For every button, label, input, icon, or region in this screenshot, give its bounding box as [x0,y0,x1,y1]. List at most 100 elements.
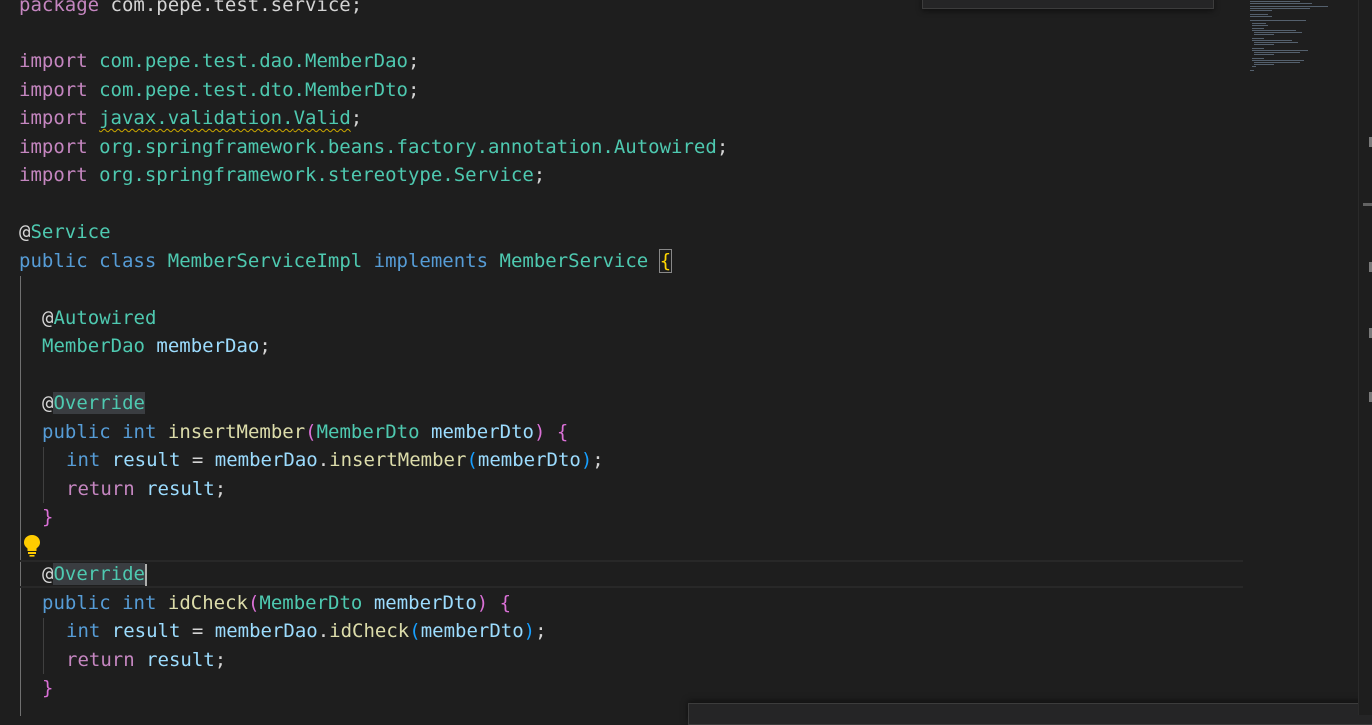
code-line-import[interactable]: import com.pepe.test.dao.MemberDao; [19,47,419,75]
code-line-package[interactable]: package com.pepe.test.service; [19,0,362,19]
object: memberDao [214,620,318,642]
paren: ) [533,421,546,443]
minimap-line [1250,1,1300,2]
code-line-statement[interactable]: int result = memberDao.insertMember(memb… [66,446,604,474]
keyword: return [66,478,135,500]
import-name: MemberDto [305,79,408,101]
paren: ) [580,449,593,471]
overview-ruler-mark [1363,203,1372,206]
code-line-method-signature[interactable]: public int insertMember(MemberDto member… [42,418,568,446]
paren: ( [305,421,317,443]
indent-guide [43,447,44,503]
annotation-name: Autowired [53,307,157,329]
minimap-line [1250,3,1312,4]
minimap-line [1250,8,1310,9]
annotation-at: @ [42,307,54,329]
indent-guide [20,276,21,716]
minimap-line [1250,70,1254,71]
paren: ( [466,449,478,471]
code-line-import[interactable]: import javax.validation.Valid; [19,104,362,132]
keyword: class [99,250,157,272]
keyword: import [19,136,88,158]
return-type: int [122,592,157,614]
code-editor[interactable]: package com.pepe.test.service; import co… [0,0,1250,716]
modifier: public [42,421,111,443]
minimap-line [1252,38,1264,39]
code-line-method-signature[interactable]: public int idCheck(MemberDto memberDto) … [42,589,511,617]
code-line-field[interactable]: MemberDao memberDao; [42,332,271,360]
code-line-class-annotation[interactable]: @Service [19,218,111,246]
minimap-line [1254,32,1302,33]
code-line-field-annotation[interactable]: @Autowired [42,304,156,332]
annotation-name: Service [30,221,111,243]
code-line-import[interactable]: import com.pepe.test.dto.MemberDto; [19,76,419,104]
method-name: idCheck [167,592,248,614]
minimap-line [1250,14,1268,15]
object: memberDao [214,449,318,471]
field-name: memberDao [156,335,260,357]
argument: memberDto [420,620,524,642]
semicolon: ; [533,164,546,186]
minimap-line [1252,66,1256,67]
method-name: insertMember [167,421,306,443]
import-name: Autowired [613,136,717,158]
code-line-class-declaration[interactable]: public class MemberServiceImpl implement… [19,247,673,275]
code-line-close-brace[interactable]: } [42,674,53,702]
code-line-method-annotation[interactable]: @Override [42,560,147,588]
minimap-line [1250,16,1272,17]
variable: result [146,649,215,671]
unused-import-warning[interactable]: javax.validation.Valid [99,107,351,129]
annotation-at: @ [42,563,54,585]
import-path: javax.validation. [99,107,294,129]
semicolon: ; [535,620,547,642]
minimap[interactable] [1248,0,1358,715]
minimap-line [1254,62,1300,63]
keyword: import [19,164,88,186]
minimap-line [1250,20,1306,21]
open-brace: { [658,249,673,273]
minimap-line [1252,23,1266,24]
code-line-close-brace[interactable]: } [42,503,53,531]
close-brace: } [42,677,54,699]
keyword: return [66,649,135,671]
code-line-method-annotation[interactable]: @Override [42,389,145,417]
open-brace: { [499,592,512,614]
paren: ( [247,592,260,614]
operator: = [180,620,215,642]
minimap-line [1254,64,1274,65]
code-line-return[interactable]: return result; [66,646,226,674]
type: int [66,620,101,642]
variable: result [146,478,215,500]
keyword: package [19,0,100,16]
close-brace: } [42,506,54,528]
annotation-at: @ [19,221,31,243]
keyword: import [19,50,88,72]
field-type: MemberDao [42,335,145,357]
find-widget[interactable] [922,0,1214,9]
semicolon: ; [350,107,363,129]
lightbulb-icon[interactable] [22,533,42,557]
keyword: import [19,79,88,101]
modifier: public [19,250,88,272]
class-name: MemberServiceImpl [167,250,363,272]
import-path: com.pepe.test.dto. [99,79,305,101]
param-type: MemberDto [316,421,420,443]
import-path: org.springframework.beans.factory.annota… [99,136,614,158]
code-line-return[interactable]: return result; [66,475,226,503]
minimap-line [1254,42,1298,43]
import-name: MemberDao [305,50,408,72]
paren: ) [523,620,536,642]
minimap-line [1252,60,1304,61]
paren: ( [409,620,421,642]
code-line-import[interactable]: import org.springframework.beans.factory… [19,133,728,161]
argument: memberDto [477,449,581,471]
minimap-line [1252,48,1264,49]
minimap-line [1254,34,1274,35]
code-line-statement[interactable]: int result = memberDao.idCheck(memberDto… [66,617,547,645]
semicolon: ; [214,649,227,671]
code-line-import[interactable]: import org.springframework.stereotype.Se… [19,161,545,189]
param-type: MemberDto [259,592,363,614]
minimap-line [1252,58,1264,59]
vertical-scrollbar[interactable] [1358,0,1372,715]
minimap-line [1254,44,1274,45]
